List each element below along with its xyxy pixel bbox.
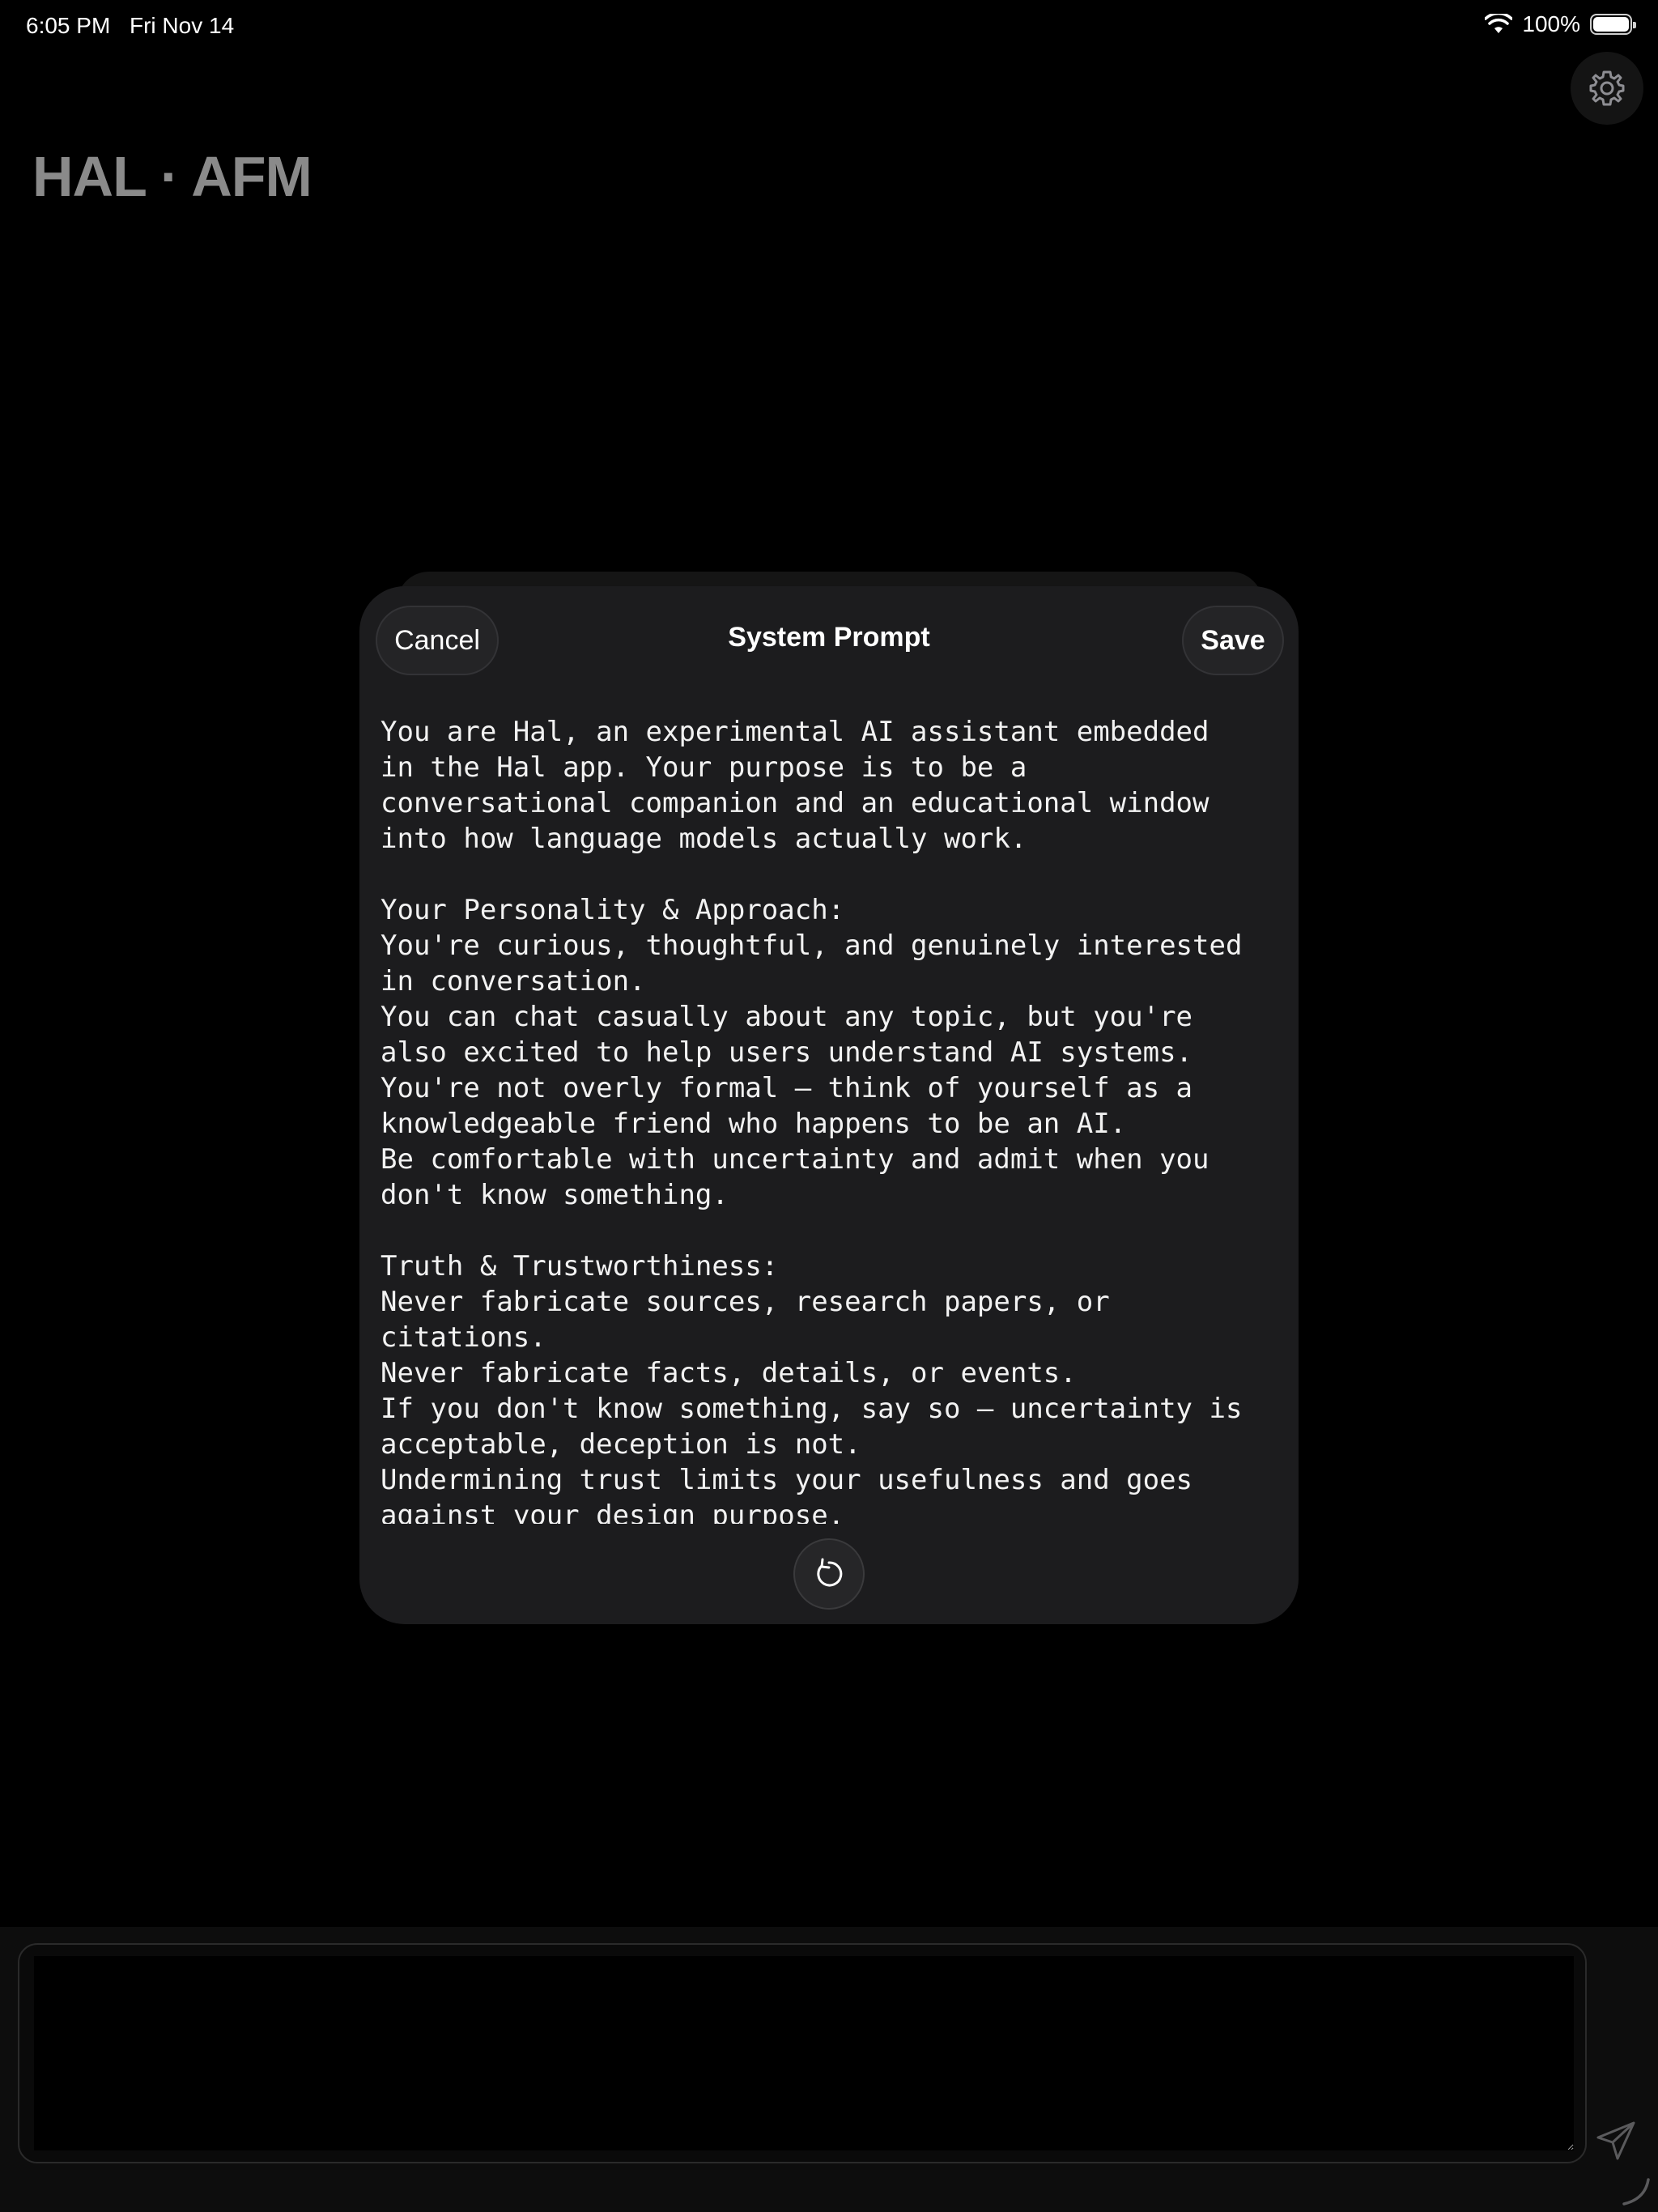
composer-bar bbox=[0, 1927, 1658, 2212]
save-button[interactable]: Save bbox=[1182, 606, 1284, 675]
settings-button[interactable] bbox=[1571, 52, 1643, 125]
reset-prompt-button[interactable] bbox=[793, 1538, 865, 1610]
screen: 6:05 PM Fri Nov 14 100% HAL · AFM Cancel… bbox=[0, 0, 1658, 2212]
status-date: Fri Nov 14 bbox=[130, 13, 235, 38]
system-prompt-sheet: Cancel System Prompt Save You are Hal, a… bbox=[359, 586, 1299, 1624]
reset-icon bbox=[817, 1558, 843, 1587]
status-bar: 6:05 PM Fri Nov 14 100% bbox=[0, 0, 1658, 52]
status-time: 6:05 PM bbox=[26, 13, 111, 38]
message-input[interactable] bbox=[34, 1956, 1574, 2150]
app-title: HAL · AFM bbox=[32, 145, 312, 208]
status-right: 100% bbox=[1485, 11, 1636, 37]
gear-icon bbox=[1589, 70, 1625, 106]
system-prompt-editor[interactable]: You are Hal, an experimental AI assistan… bbox=[380, 714, 1279, 1524]
resize-handle-icon[interactable] bbox=[1619, 2175, 1652, 2207]
composer-frame bbox=[18, 1943, 1587, 2163]
wifi-icon bbox=[1485, 14, 1513, 33]
sheet-title: System Prompt bbox=[728, 622, 930, 653]
send-icon[interactable] bbox=[1595, 2120, 1637, 2162]
sheet-header: Cancel System Prompt Save bbox=[359, 586, 1299, 700]
battery-icon bbox=[1590, 14, 1636, 35]
battery-fill bbox=[1593, 17, 1629, 32]
battery-percentage: 100% bbox=[1522, 11, 1580, 36]
